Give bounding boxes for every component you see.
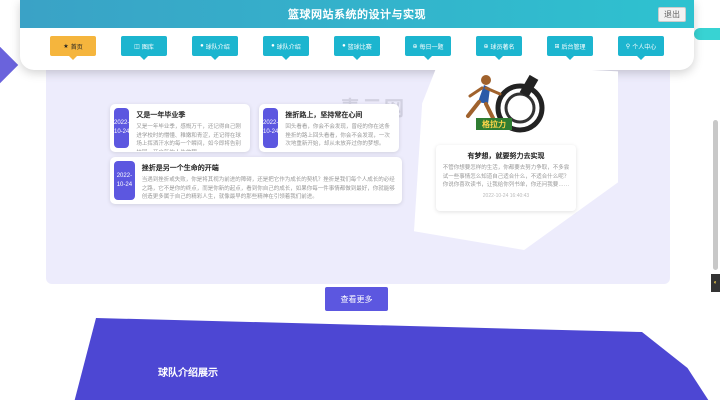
- news-date: 2022-10-24: [114, 161, 135, 200]
- dot-icon: ●: [200, 43, 204, 49]
- image-icon: ◫: [134, 43, 140, 50]
- grid-icon: ⊞: [554, 43, 560, 50]
- feature-title: 有梦想，就要努力去实现: [467, 153, 545, 160]
- dot-icon: ●: [342, 43, 346, 49]
- nav-label: 个人中心: [632, 44, 657, 51]
- news-content: 挫折是另一个生命的开端 当遇到挫折或失败，你是将其视为前进的障碍，还是把它作为成…: [135, 157, 402, 204]
- nav-label: 球队介绍: [205, 44, 230, 51]
- decorative-tab: [694, 28, 720, 40]
- nav-label: 后台管理: [561, 44, 586, 51]
- news-title: 挫折路上，坚持常在心间: [285, 112, 363, 119]
- image-caption: 格拉力: [482, 119, 506, 129]
- athlete-image[interactable]: 格拉力: [460, 68, 552, 136]
- news-date: 2022-10-24: [114, 108, 130, 148]
- nav-label: 球员著名: [490, 44, 515, 51]
- team-section-title: 球队介绍展示: [158, 368, 218, 379]
- star-icon: ★: [63, 43, 69, 50]
- nav-label: 球队介绍: [276, 44, 301, 51]
- nav-item-gallery[interactable]: ◫ 图库: [121, 36, 167, 60]
- news-excerpt: 当遇到挫折或失败，你是将其视为前进的障碍，还是把它作为成长的契机？挫折是我们每个…: [141, 177, 395, 201]
- news-excerpt: 回头看看，你会不会发现，曾经的你在这条挫折的路上回头看看，你会不会发现，一次次地…: [285, 124, 390, 148]
- nav-item-daily-question[interactable]: ⊕ 每日一题: [405, 36, 451, 60]
- team-section-background: [70, 318, 720, 400]
- nav-item-team-intro[interactable]: ● 球队介绍: [192, 36, 238, 60]
- nav-item-admin[interactable]: ⊞ 后台管理: [547, 36, 593, 60]
- site-header: 篮球网站系统的设计与实现 退出 ★ 首页 ◫ 图库 ● 球队介绍 ● 球队介绍 …: [20, 0, 694, 70]
- plus-circle-icon: ⊕: [412, 43, 418, 50]
- news-card[interactable]: 2022-10-24 挫折是另一个生命的开端 当遇到挫折或失败，你是将其视为前进…: [110, 157, 402, 204]
- news-content: 又是一年毕业季 又是一年毕业季，感慨万千，还记得自己刚进学校时的懵懂、稚嫩和青涩…: [129, 104, 250, 152]
- view-more-button[interactable]: 查看更多: [325, 287, 388, 311]
- nav-item-matches[interactable]: ● 篮球比赛: [334, 36, 380, 60]
- side-widget-icon[interactable]: ◐: [711, 274, 720, 292]
- feature-excerpt: 不管你想要怎样的生活，你都要去努力争取，不多尝试一些事情怎么知道自己适合什么，不…: [442, 165, 570, 189]
- news-title: 挫折是另一个生命的开端: [141, 165, 219, 172]
- user-icon: ⚲: [625, 43, 631, 50]
- nav-label: 每日一题: [419, 44, 444, 51]
- feature-timestamp: 2022-10-24 16:40:43: [482, 193, 530, 199]
- news-card[interactable]: 2022- 10-24 又是一年毕业季 又是一年毕业季，感慨万千，还记得自己刚进学…: [110, 104, 250, 152]
- logout-button[interactable]: 退出: [658, 7, 686, 22]
- nav-label: 首页: [70, 44, 83, 51]
- scrollbar-thumb[interactable]: [713, 120, 718, 270]
- nav-label: 图库: [141, 44, 154, 51]
- feature-card[interactable]: 有梦想，就要努力去实现 不管你想要怎样的生活，你都要去努力争取，不多尝试一些事情…: [436, 145, 576, 211]
- news-excerpt: 又是一年毕业季，感慨万千，还记得自己刚进学校时的懵懂、稚嫩和青涩，还记得在球场上…: [136, 124, 241, 151]
- news-card[interactable]: 2022- 10-24 挫折路上，坚持常在心间 回头看看，你会不会发现，曾经的你在…: [259, 104, 399, 152]
- decorative-diamond: [0, 43, 19, 87]
- news-date: 2022-10-24: [263, 108, 279, 148]
- news-content: 挫折路上，坚持常在心间 回头看看，你会不会发现，曾经的你在这条挫折的路上回头看看…: [278, 104, 399, 152]
- title-bar: 篮球网站系统的设计与实现 退出: [20, 0, 694, 28]
- plus-circle-icon: ⊕: [483, 43, 489, 50]
- nav-item-players[interactable]: ⊕ 球员著名: [476, 36, 522, 60]
- nav-item-team-intro-2[interactable]: ● 球队介绍: [263, 36, 309, 60]
- nav-label: 篮球比赛: [347, 44, 372, 51]
- news-title: 又是一年毕业季: [136, 112, 186, 119]
- nav-item-home[interactable]: ★ 首页: [50, 36, 96, 60]
- site-title: 篮球网站系统的设计与实现: [288, 9, 426, 21]
- dot-icon: ●: [271, 43, 275, 49]
- nav-item-profile[interactable]: ⚲ 个人中心: [618, 36, 664, 60]
- main-nav: ★ 首页 ◫ 图库 ● 球队介绍 ● 球队介绍 ● 篮球比赛 ⊕ 每日一题 ⊕ …: [20, 28, 694, 60]
